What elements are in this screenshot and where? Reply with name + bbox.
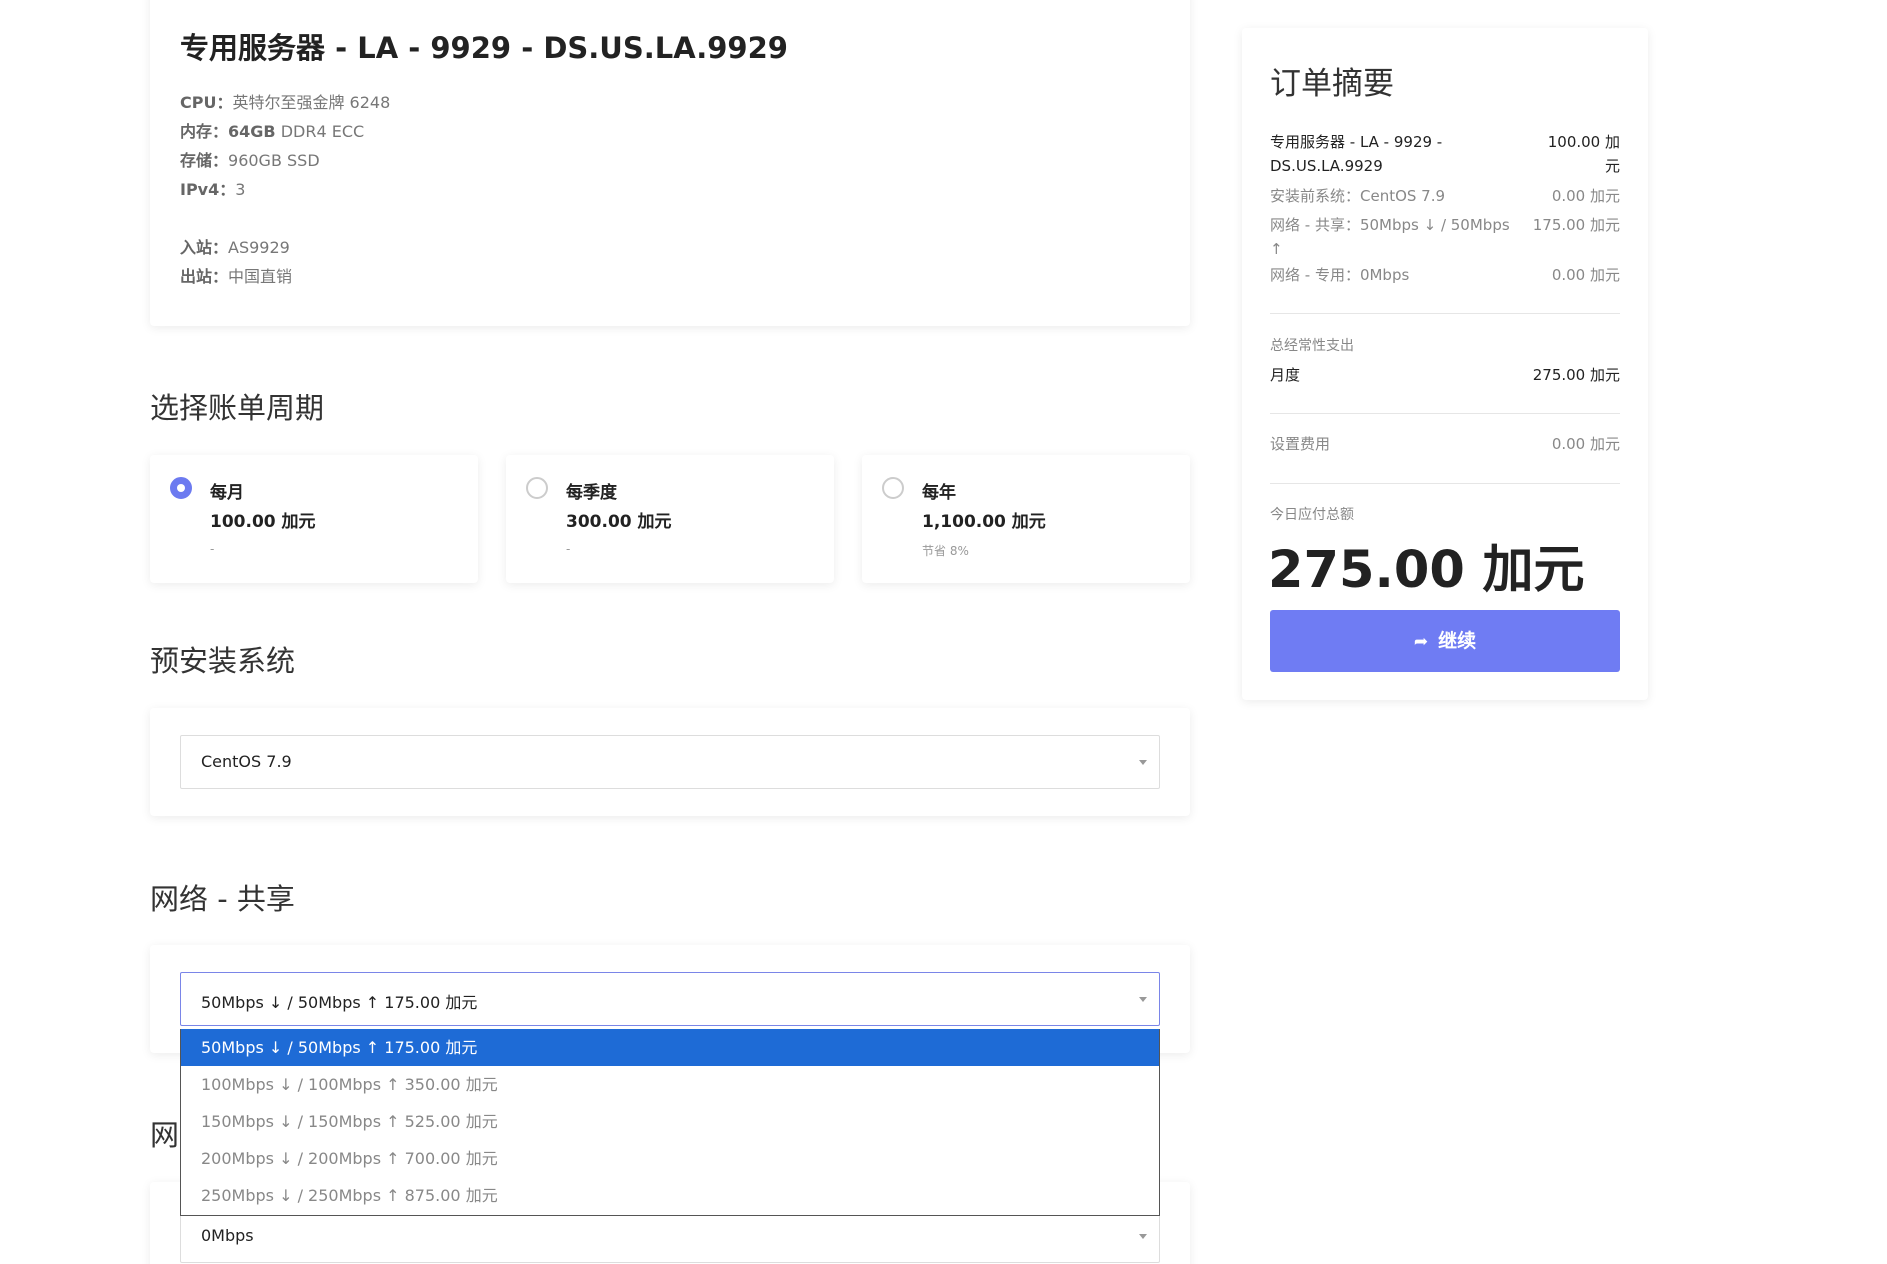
cycle-note: 节省 8% [922,544,969,558]
product-card: 专用服务器 - LA - 9929 - DS.US.LA.9929 CPU：英特… [150,0,1190,326]
billing-cycle-title: 选择账单周期 [150,391,325,425]
cycle-option-quarterly[interactable]: 每季度 300.00 加元 - [506,455,834,583]
dropdown-option[interactable]: 50Mbps ↓ / 50Mbps ↑ 175.00 加元 [181,1029,1159,1066]
cycle-option-monthly[interactable]: 每月 100.00 加元 - [150,455,478,583]
cycle-option-annually[interactable]: 每年 1,100.00 加元 节省 8% [862,455,1190,583]
cycle-note: - [566,542,571,556]
os-select[interactable]: CentOS 7.9 [180,735,1160,789]
cycle-price: 1,100.00 加元 [922,512,1046,532]
recurring-label: 总经常性支出 [1270,338,1354,354]
share-arrow-icon: ➦ [1413,632,1429,652]
spec-memory: 内存：64GB DDR4 ECC [180,122,365,141]
dropdown-option[interactable]: 200Mbps ↓ / 200Mbps ↑ 700.00 加元 [181,1140,1159,1177]
summary-line-product: 专用服务器 - LA - 9929 - DS.US.LA.9929 100.00… [1270,133,1620,175]
network-dedicated-title: 网 [150,1118,180,1152]
cycle-name: 每月 [210,483,244,503]
dropdown-option[interactable]: 100Mbps ↓ / 100Mbps ↑ 350.00 加元 [181,1066,1159,1103]
cycle-note: - [210,542,215,556]
summary-line-os: 安装前系统：CentOS 7.9 0.00 加元 [1270,187,1620,205]
chevron-down-icon [1139,997,1147,1002]
network-dedicated-select[interactable]: 0Mbps [180,1209,1160,1263]
spec-outbound: 出站：中国直销 [180,267,293,286]
os-section-title: 预安装系统 [150,644,296,678]
recurring-line: 月度 275.00 加元 [1270,366,1620,384]
network-shared-dropdown: 50Mbps ↓ / 50Mbps ↑ 175.00 加元 100Mbps ↓ … [180,1029,1160,1216]
dropdown-option[interactable]: 250Mbps ↓ / 250Mbps ↑ 875.00 加元 [181,1177,1159,1214]
spec-list: CPU：英特尔至强金牌 6248 内存：64GB DDR4 ECC 存储：960… [180,88,390,291]
continue-label: 继续 [1438,630,1477,652]
os-card: CentOS 7.9 [150,708,1190,816]
order-summary-card: 订单摘要 专用服务器 - LA - 9929 - DS.US.LA.9929 1… [1242,28,1648,700]
divider [1270,413,1620,414]
spec-inbound: 入站：AS9929 [180,238,290,257]
summary-title: 订单摘要 [1270,66,1394,102]
summary-line-network-dedicated: 网络 - 专用：0Mbps 0.00 加元 [1270,266,1620,284]
spec-storage: 存储：960GB SSD [180,151,320,170]
setup-fee-line: 设置费用 0.00 加元 [1270,435,1620,453]
radio-monthly[interactable] [170,477,192,499]
chevron-down-icon [1139,760,1147,765]
due-today-total: 275.00 加元 [1268,541,1585,600]
network-shared-select-value: 50Mbps ↓ / 50Mbps ↑ 175.00 加元 [201,993,478,1012]
network-shared-title: 网络 - 共享 [150,882,295,916]
divider [1270,313,1620,314]
cycle-name: 每季度 [566,483,617,503]
divider [1270,483,1620,484]
continue-button[interactable]: ➦ 继续 [1270,610,1620,672]
cycle-name: 每年 [922,483,956,503]
network-shared-select[interactable]: 50Mbps ↓ / 50Mbps ↑ 175.00 加元 [180,972,1160,1026]
radio-annually[interactable] [882,477,904,499]
dropdown-option[interactable]: 150Mbps ↓ / 150Mbps ↑ 525.00 加元 [181,1103,1159,1140]
os-select-value: CentOS 7.9 [201,752,292,771]
network-dedicated-select-value: 0Mbps [201,1226,254,1245]
summary-line-network-shared: 网络 - 共享：50Mbps ↓ / 50Mbps ↑ 175.00 加元 [1270,216,1620,258]
chevron-down-icon [1139,1234,1147,1239]
spec-cpu: CPU：英特尔至强金牌 6248 [180,93,391,112]
due-today-label: 今日应付总额 [1270,507,1354,523]
product-title: 专用服务器 - LA - 9929 - DS.US.LA.9929 [180,31,788,65]
cycle-price: 100.00 加元 [210,512,316,532]
radio-quarterly[interactable] [526,477,548,499]
spec-ipv4: IPv4：3 [180,180,246,199]
cycle-price: 300.00 加元 [566,512,672,532]
